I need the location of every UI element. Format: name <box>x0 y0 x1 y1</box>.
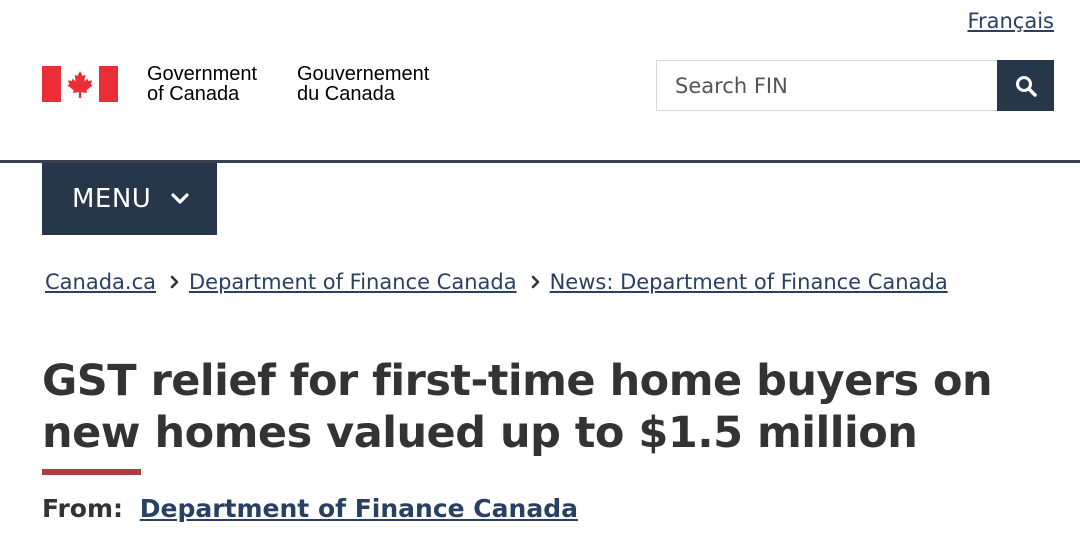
menu-button[interactable]: MENU <box>42 163 217 235</box>
wordmark-line: du Canada <box>297 83 395 105</box>
chevron-down-icon <box>171 193 189 205</box>
canada-flag-icon <box>42 66 118 102</box>
search-input[interactable] <box>656 60 997 111</box>
page-title: GST relief for first-time home buyers on… <box>42 356 993 458</box>
chevron-right-icon <box>531 275 540 289</box>
search-icon <box>1015 75 1037 97</box>
menu-label: MENU <box>72 184 152 214</box>
wordmark-line: Gouvernement <box>297 63 430 85</box>
breadcrumb: Canada.ca Department of Finance Canada N… <box>45 270 948 294</box>
search-button[interactable] <box>997 60 1054 111</box>
wordmark-line: Government <box>147 63 258 85</box>
breadcrumb-link-canada[interactable]: Canada.ca <box>45 270 156 294</box>
wordmark-english: Government of Canada <box>147 64 257 104</box>
chevron-right-icon <box>170 275 179 289</box>
from-label: From: <box>42 494 124 523</box>
from-department-link[interactable]: Department of Finance Canada <box>140 494 578 523</box>
breadcrumb-link-finance[interactable]: Department of Finance Canada <box>189 270 517 294</box>
breadcrumb-link-news[interactable]: News: Department of Finance Canada <box>550 270 948 294</box>
wordmark-french: Gouvernement du Canada <box>297 64 429 104</box>
from-line: From: Department of Finance Canada <box>42 494 578 523</box>
wordmark-line: of Canada <box>147 83 240 105</box>
language-toggle-link[interactable]: Français <box>967 9 1054 33</box>
title-accent-bar <box>42 469 141 475</box>
search-form <box>656 60 1054 111</box>
